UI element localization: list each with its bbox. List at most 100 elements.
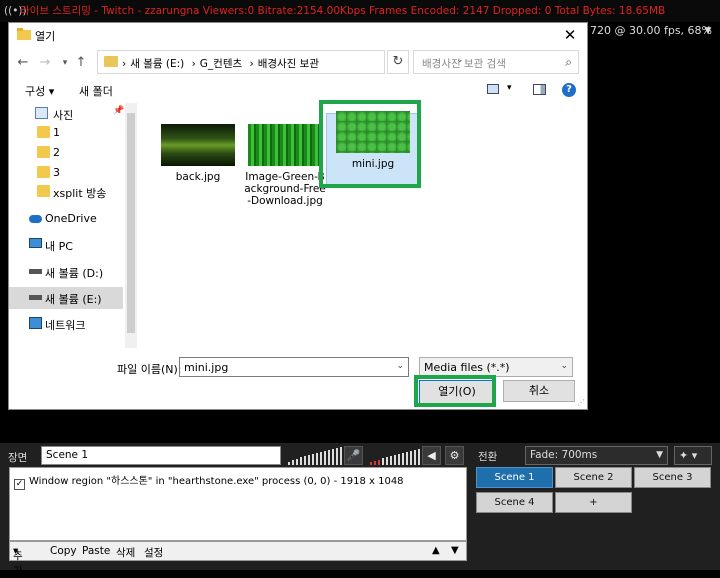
resize-grip-icon[interactable]: ⋰	[577, 398, 585, 407]
scene-name-input[interactable]: Scene 1	[41, 446, 281, 465]
address-bar[interactable]: › 새 볼륨 (E:) › G_컨텐츠 › 배경사진 보관 ⌄	[97, 50, 464, 74]
file-thumbnail	[248, 124, 322, 166]
file-name: back.jpg	[175, 171, 221, 183]
file-type-value: Media files (*.*)	[424, 361, 510, 374]
add-transition-button[interactable]: ✦ ▾	[674, 446, 712, 465]
nav-item-drive-d[interactable]: 새 볼륨 (D:)	[9, 261, 123, 283]
nav-item-label: 2	[53, 146, 60, 159]
nav-item-label: 새 볼륨 (E:)	[45, 293, 102, 306]
settings-button[interactable]: 설정	[144, 545, 163, 560]
broadcast-icon: ((•))	[4, 5, 27, 17]
move-down-icon[interactable]: ▼	[451, 545, 459, 556]
file-type-select[interactable]: Media files (*.*) ⌄	[419, 357, 573, 377]
file-thumbnail	[336, 111, 410, 153]
new-folder-button[interactable]: 새 폴더	[79, 83, 113, 99]
nav-item-xsplit[interactable]: xsplit 방송	[9, 181, 123, 203]
move-up-icon[interactable]: ▲	[432, 545, 440, 556]
breadcrumb-item[interactable]: G_컨텐츠	[200, 58, 242, 70]
dialog-title: 열기	[35, 30, 56, 43]
copy-button[interactable]: Copy	[50, 545, 77, 557]
transition-label: 전환	[478, 451, 498, 463]
nav-item-folder-2[interactable]: 2	[9, 142, 123, 164]
delete-button[interactable]: 삭제	[116, 545, 135, 560]
transition-select[interactable]: Fade: 700ms ▼	[525, 446, 668, 465]
app-panel: 장면 Scene 1 🎤 ◀ ⚙ ✓ Window region "하스스톤" i…	[0, 443, 720, 577]
nav-item-label: 사진	[53, 109, 74, 122]
source-checkbox[interactable]: ✓	[14, 479, 25, 490]
preview-pane-icon[interactable]	[533, 84, 546, 95]
nav-item-this-pc[interactable]: 내 PC	[9, 234, 123, 256]
back-arrow-icon[interactable]: ←	[15, 55, 31, 71]
pc-icon	[29, 238, 42, 248]
source-toolbar: 추가 ▾ Copy Paste 삭제 설정 ▲ ▼	[9, 541, 467, 577]
nav-item-label: 1	[53, 126, 60, 139]
view-mode-icon[interactable]	[487, 84, 499, 94]
chevron-down-icon[interactable]: ▼	[700, 22, 716, 40]
open-file-dialog: 열기 ✕ ← → ▾ ↑ › 새 볼륨 (E:) › G_컨텐츠 › 배경사진 보관 …	[8, 22, 588, 410]
mic-volume-meter[interactable]	[370, 446, 428, 465]
speaker-icon[interactable]: ◀	[422, 446, 441, 465]
cloud-icon	[29, 215, 42, 223]
breadcrumb-item[interactable]: 새 볼륨 (E:)	[130, 58, 184, 70]
folder-icon	[37, 166, 50, 178]
file-name: mini.jpg	[351, 158, 395, 170]
paste-button[interactable]: Paste	[82, 545, 110, 557]
recent-dropdown-icon[interactable]: ▾	[57, 55, 73, 71]
file-item[interactable]: Image-Green-Background-Free-Download.jpg	[241, 124, 329, 207]
open-button[interactable]: 열기(O)	[419, 380, 495, 404]
cancel-button[interactable]: 취소	[503, 380, 575, 402]
nav-item-label: xsplit 방송	[53, 187, 107, 200]
filename-value: mini.jpg	[184, 361, 229, 374]
up-arrow-icon[interactable]: ↑	[73, 55, 89, 71]
microphone-icon[interactable]: 🎤	[344, 446, 363, 465]
scene-button-2[interactable]: Scene 2	[555, 467, 632, 488]
breadcrumb-item[interactable]: 배경사진 보관	[258, 58, 319, 70]
nav-item-label: 새 볼륨 (D:)	[45, 267, 104, 280]
file-item[interactable]: back.jpg	[154, 124, 242, 183]
add-scene-button[interactable]: +	[555, 492, 632, 513]
search-placeholder: 배경사진 보관 검색	[422, 58, 506, 70]
navigation-pane: 사진 📌 1 2 3 xsplit 방송 OneDrive 내 PC 새 볼륨 …	[9, 103, 137, 348]
nav-item-folder-1[interactable]: 1	[9, 122, 123, 144]
gear-icon[interactable]: ⚙	[445, 446, 464, 465]
chevron-down-icon[interactable]: ▾	[507, 83, 512, 93]
pictures-icon	[35, 107, 48, 119]
add-source-button[interactable]: 추가 ▾	[13, 545, 23, 577]
desktop-volume-meter[interactable]	[288, 446, 346, 465]
drive-icon	[29, 295, 42, 300]
scene-label: 장면	[8, 452, 28, 464]
network-icon	[29, 317, 42, 329]
stream-status-text: 라이브 스트리밍 - Twitch - zzarungna Viewers:0 …	[20, 5, 666, 17]
organize-button[interactable]: 구성 ▾	[25, 83, 54, 99]
folder-icon	[37, 126, 50, 138]
sparkle-icon: ✦	[679, 449, 689, 462]
transition-value: Fade: 700ms	[530, 449, 598, 461]
forward-arrow-icon[interactable]: →	[37, 55, 53, 71]
resolution-readout: 720 @ 30.00 fps, 68%	[590, 24, 713, 37]
chevron-down-icon: ▼	[656, 450, 663, 460]
nav-scrollbar[interactable]	[125, 103, 137, 348]
scene-button-3[interactable]: Scene 3	[634, 467, 711, 488]
folder-icon	[37, 146, 50, 158]
nav-item-label: OneDrive	[45, 212, 97, 225]
folder-icon	[37, 185, 50, 197]
close-icon[interactable]: ✕	[559, 25, 581, 45]
nav-item-label: 내 PC	[45, 240, 73, 253]
search-icon: ⌕	[565, 55, 572, 69]
scene-button-4[interactable]: Scene 4	[476, 492, 553, 513]
refresh-icon[interactable]: ↻	[387, 50, 409, 74]
source-item[interactable]: ✓ Window region "하스스톤" in "hearthstone.ex…	[14, 472, 404, 490]
chevron-down-icon[interactable]: ⌄	[560, 361, 568, 371]
nav-item-network[interactable]: 네트워크	[9, 313, 123, 335]
folder-icon	[17, 28, 31, 40]
file-item-selected[interactable]: mini.jpg	[329, 111, 417, 170]
chevron-down-icon[interactable]: ⌄	[396, 361, 404, 371]
help-icon[interactable]: ?	[562, 83, 576, 97]
nav-item-onedrive[interactable]: OneDrive	[9, 208, 123, 230]
scene-button-1[interactable]: Scene 1	[476, 467, 553, 488]
search-input[interactable]: 배경사진 보관 검색 ⌕	[413, 50, 579, 74]
folder-icon	[104, 56, 118, 67]
filename-input[interactable]: mini.jpg ⌄	[179, 357, 409, 377]
nav-item-drive-e[interactable]: 새 볼륨 (E:)	[9, 287, 123, 309]
source-item-label: Window region "하스스톤" in "hearthstone.exe…	[29, 476, 404, 487]
